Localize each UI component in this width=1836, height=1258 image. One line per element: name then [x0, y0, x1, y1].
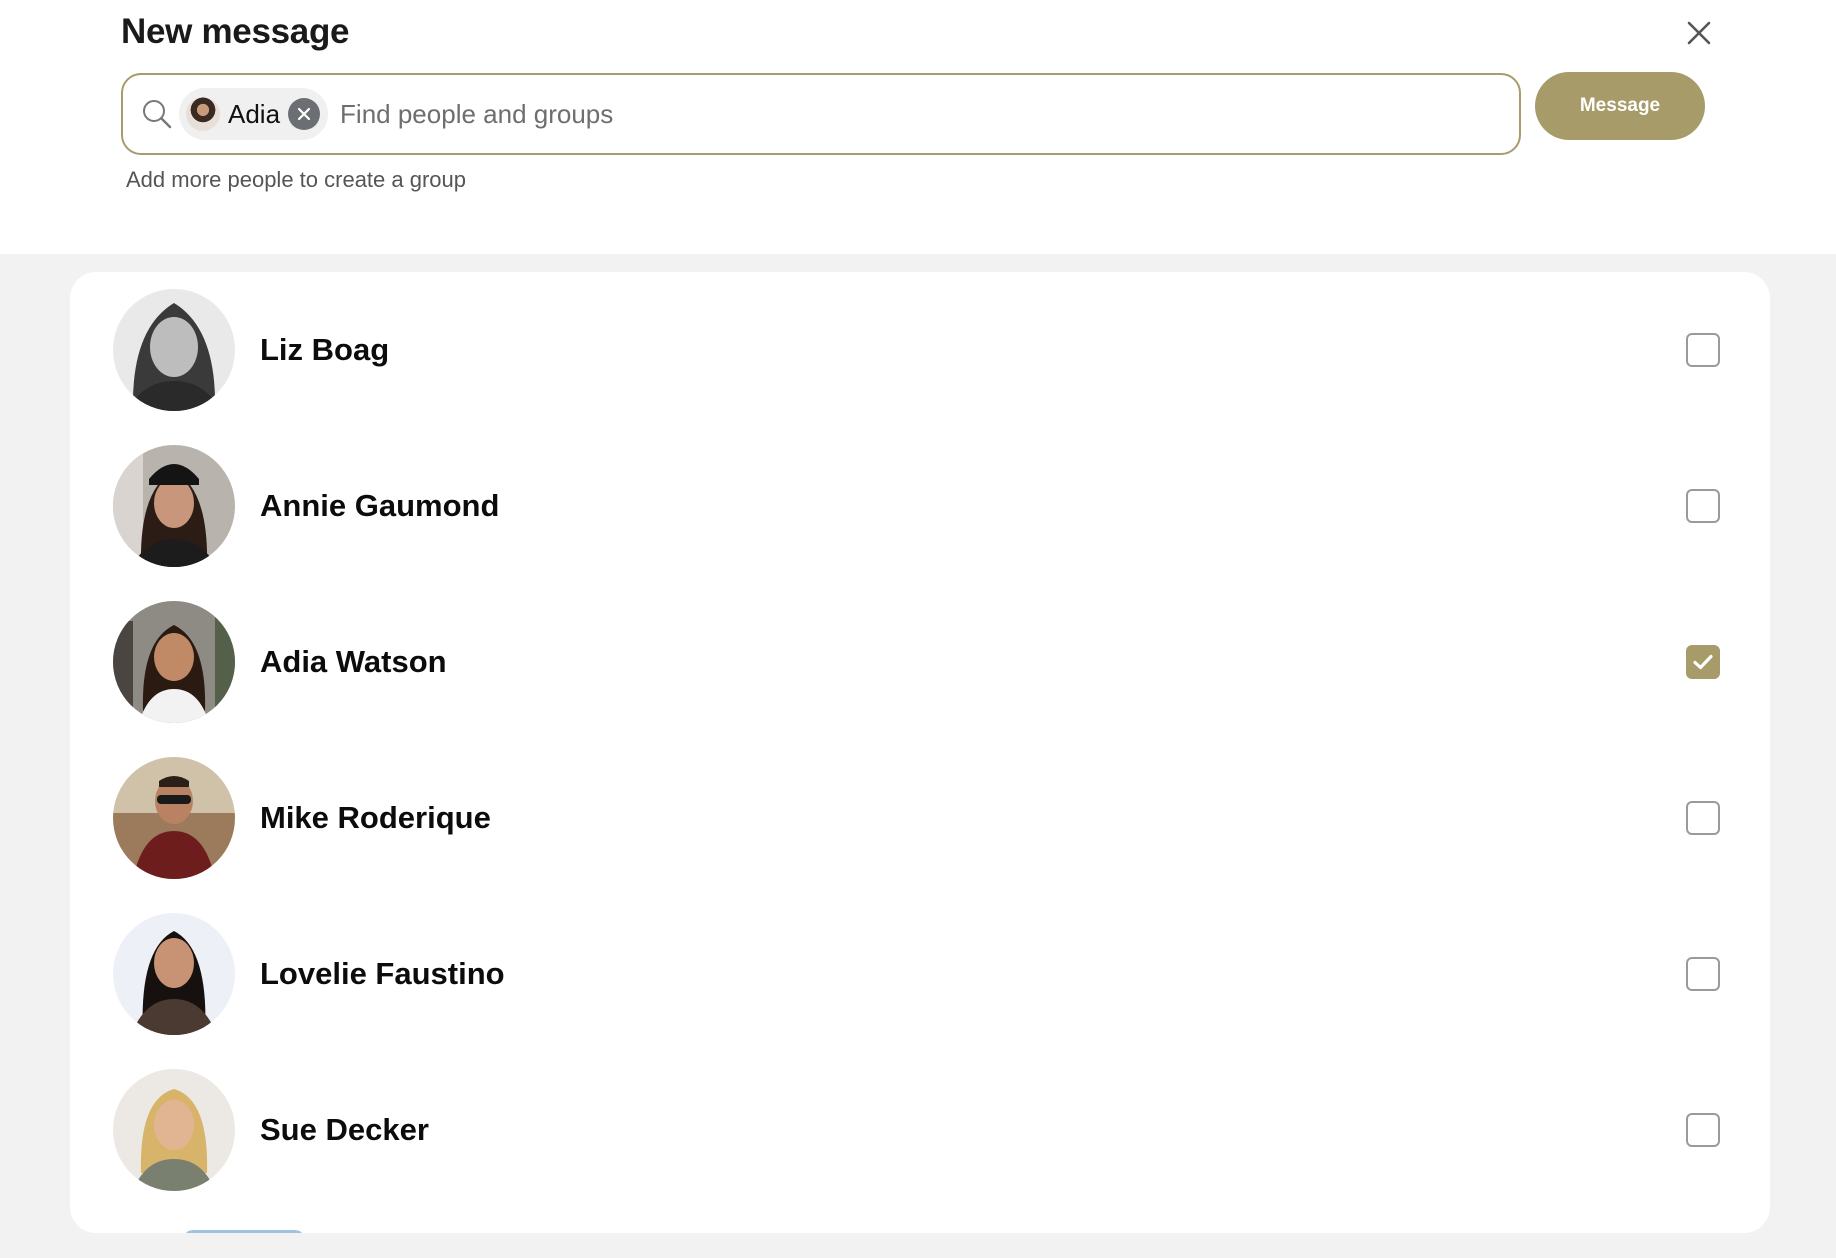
contact-name: Liz Boag — [260, 332, 390, 367]
contact-checkbox[interactable] — [1686, 957, 1720, 991]
contact-row-adia-watson[interactable]: Adia Watson — [70, 584, 1770, 740]
checkmark-icon — [1693, 654, 1713, 670]
close-icon — [1687, 21, 1711, 45]
avatar — [113, 289, 235, 411]
avatar — [113, 757, 235, 879]
recipient-search-box[interactable]: Adia — [121, 73, 1521, 155]
search-icon — [140, 97, 174, 131]
contact-checkbox[interactable] — [1686, 801, 1720, 835]
chip-name: Adia — [228, 98, 281, 129]
contact-row-lovelie-faustino[interactable]: Lovelie Faustino — [70, 896, 1770, 1052]
contact-checkbox[interactable] — [1686, 1113, 1720, 1147]
avatar — [113, 601, 235, 723]
avatar — [113, 445, 235, 567]
contact-row-sue-decker[interactable]: Sue Decker — [70, 1052, 1770, 1208]
search-input[interactable] — [340, 84, 1519, 144]
avatar — [113, 1069, 235, 1191]
close-button[interactable] — [1680, 14, 1718, 52]
avatar — [113, 913, 235, 1035]
chip-avatar — [186, 97, 220, 131]
contact-name: Sue Decker — [260, 1112, 429, 1147]
contact-checkbox[interactable] — [1686, 489, 1720, 523]
contact-name: Mike Roderique — [260, 800, 491, 835]
contact-row-mike-roderique[interactable]: Mike Roderique — [70, 740, 1770, 896]
contact-checkbox[interactable] — [1686, 645, 1720, 679]
contact-row-annie-gaumond[interactable]: Annie Gaumond — [70, 428, 1770, 584]
chip-remove-button[interactable] — [288, 98, 321, 130]
contact-checkbox[interactable] — [1686, 333, 1720, 367]
helper-text: Add more people to create a group — [126, 167, 467, 192]
compose-header: New message Adia Message Add more people… — [0, 0, 1836, 254]
recipient-chip: Adia — [179, 88, 329, 140]
contact-name: Annie Gaumond — [260, 488, 500, 523]
chip-remove-icon — [297, 107, 311, 121]
message-button[interactable]: Message — [1535, 72, 1705, 140]
contact-row-liz-boag[interactable]: Liz Boag — [70, 272, 1770, 428]
contact-name: Lovelie Faustino — [260, 956, 505, 991]
page-title: New message — [121, 12, 350, 51]
next-avatar-peek — [183, 1230, 305, 1233]
contact-list: Liz Boag Annie Gaumond Adia Watson Mike … — [70, 272, 1770, 1233]
contact-name: Adia Watson — [260, 644, 447, 679]
